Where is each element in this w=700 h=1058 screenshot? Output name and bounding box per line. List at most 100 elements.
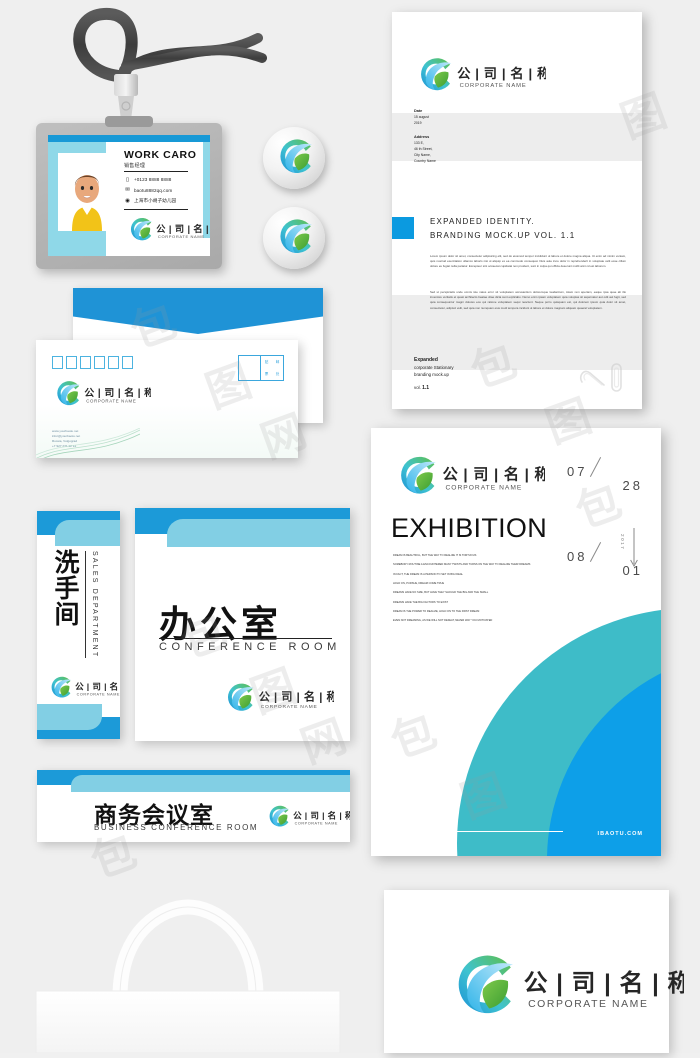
svg-text:公 | 司 | 名 | 称: 公 | 司 | 名 | 称 <box>293 810 350 821</box>
stamp-label: 贴 邮票 处 <box>261 356 283 380</box>
logo-card-logo: 公 | 司 | 名 | 称 CORPORATE NAME <box>446 948 691 1025</box>
business-sign-logo: 公 | 司 | 名 | 称 CORPORATE NAME <box>265 803 350 834</box>
poster-body-line: DREAMS HAVE NO SIZE, BUT HAVE THEY SHOUL… <box>393 591 489 595</box>
svg-text:公 | 司 | 名 | 称: 公 | 司 | 名 | 称 <box>259 689 334 703</box>
heading-line-1: EXPANDED IDENTITY. <box>430 217 535 226</box>
svg-text:CORPORATE NAME: CORPORATE NAME <box>261 704 318 710</box>
date-line-1: 15 august <box>414 114 429 119</box>
restroom-sign-cn: 洗手间 <box>51 549 79 627</box>
poster-vertical-rule <box>393 748 394 794</box>
stamp-blank <box>239 356 261 380</box>
footer-vol-value: 1.1 <box>422 385 430 392</box>
svg-text:CORPORATE NAME: CORPORATE NAME <box>77 692 120 696</box>
poster-logo: 公 | 司 | 名 | 称 CORPORATE NAME <box>393 452 550 503</box>
poster-horizontal-rule <box>415 831 563 832</box>
door-sign-business-conference: 商务会议室 BUSINESS CONFERENCE ROOM 公 | 司 | 名… <box>37 770 350 842</box>
letterhead-color-swatch <box>392 217 414 239</box>
poster-year: 2017 <box>620 534 625 551</box>
postal-code-boxes <box>52 356 133 369</box>
poster-body-line: DREAMS HAVE THE BIG FACTORS TO EXIST <box>393 600 449 604</box>
phone-icon: ▯ <box>125 176 130 183</box>
postal-code-box <box>122 356 133 369</box>
letterhead-heading: EXPANDED IDENTITY. BRANDING MOCK.UP VOL.… <box>430 215 575 243</box>
date-start-bottom: 28 <box>622 478 643 493</box>
tote-bag <box>28 893 348 1058</box>
down-arrow-icon <box>630 528 638 568</box>
poster-body-line: DREAM IS THE POWER TO REALIZE, HOLD ON T… <box>393 609 480 613</box>
svg-text:CORPORATE NAME: CORPORATE NAME <box>445 485 522 492</box>
envelope-logo: 公 | 司 | 名 | 称 CORPORATE NAME <box>52 378 154 413</box>
sign-top-accent <box>167 519 350 547</box>
svg-text:CORPORATE NAME: CORPORATE NAME <box>460 83 527 89</box>
id-card-phone-row: ▯ +0123 8888 8888 <box>124 177 198 183</box>
avatar <box>58 153 116 231</box>
date-label: Date <box>414 109 423 113</box>
id-card-email-row: ✉ baotu8882qq.com <box>124 187 198 193</box>
date-end-top: 08 <box>567 549 588 564</box>
id-card-info: WORK CARO 销售经理 ▯ +0123 8888 8888 ✉ baotu… <box>124 149 198 210</box>
business-sign-en: BUSINESS CONFERENCE ROOM <box>94 823 259 832</box>
id-card-name: WORK CARO <box>124 149 197 161</box>
id-card-divider <box>124 208 188 210</box>
stamp-label-char: 处 <box>275 371 280 376</box>
svg-text:CORPORATE NAME: CORPORATE NAME <box>158 234 205 239</box>
poster-body-text: DREAM IS BEAUTIFUL, BUT THE WAY TO REALI… <box>393 551 553 626</box>
sign-top-accent <box>71 775 350 792</box>
envelope-flap <box>73 288 323 334</box>
envelope-front: 贴邮票处 公 | 司 | 名 | 称 CORPORATE NAME www.yo… <box>36 340 298 458</box>
svg-text:CORPORATE NAME: CORPORATE NAME <box>295 821 338 825</box>
door-sign-restroom: 洗手间 SALES DEPARTMENT 公 | 司 | 名 | 称 CORPO… <box>37 511 120 739</box>
postal-code-box <box>108 356 119 369</box>
date-line-2: 2019 <box>414 120 422 125</box>
stamp-label-char: 贴 <box>264 359 269 364</box>
poster-body-line: DREAM IS BEAUTIFUL, BUT THE WAY TO REALI… <box>393 554 477 557</box>
footer-vol-label: vol. <box>414 385 421 391</box>
office-sign-logo: 公 | 司 | 名 | 称 CORPORATE NAME <box>222 680 338 719</box>
letterhead-footer: Expanded corporate Stationary branding m… <box>414 356 454 392</box>
poster-body-line: EVEN NOT DREAMING, AS WE WILL NOT DEFEAT… <box>393 619 493 623</box>
poster-body-line: IN FACT, THE DREAM IS A PERSON TO SET IN… <box>393 572 463 576</box>
id-card-address: 上海市小胡子幼儿园 <box>134 197 177 203</box>
postal-code-box <box>52 356 63 369</box>
svg-text:公 | 司 | 名 | 称: 公 | 司 | 名 | 称 <box>156 223 210 234</box>
location-pin-icon: ◉ <box>125 197 130 204</box>
id-card: WORK CARO 销售经理 ▯ +0123 8888 8888 ✉ baotu… <box>48 135 210 256</box>
office-sign-divider <box>159 638 332 639</box>
letterhead-address-block: Address 133 E, 46 th Street, City Name, Cou… <box>414 134 436 165</box>
svg-text:CORPORATE NAME: CORPORATE NAME <box>86 399 136 404</box>
poster-body-line: HOLD ON, PURSUE, DREAM COME TRUE <box>393 581 445 585</box>
button-badge-1 <box>263 127 325 189</box>
svg-text:公 | 司 | 名 | 称: 公 | 司 | 名 | 称 <box>84 386 151 399</box>
letterhead-date-block: Date 15 august 2019 <box>414 108 429 127</box>
svg-text:公 | 司 | 名 | 称: 公 | 司 | 名 | 称 <box>524 969 684 997</box>
poster-body-line: SOMEBODY ROUTINE A ENCOUNTERED MANY TWIS… <box>393 563 531 567</box>
letterhead-document: 公 | 司 | 名 | 称 CORPORATE NAME Date 15 aug… <box>392 12 642 409</box>
id-card-title: 销售经理 <box>124 162 188 172</box>
envelope-wave-decoration <box>36 428 140 458</box>
svg-text:公 | 司 | 名 | 称: 公 | 司 | 名 | 称 <box>457 65 546 81</box>
footer-title: Expanded <box>414 357 438 363</box>
sign-top-accent <box>55 520 120 546</box>
postal-code-box <box>80 356 91 369</box>
svg-text:CORPORATE NAME: CORPORATE NAME <box>528 999 648 1010</box>
poster-footer-url: IBAOTU.COM <box>597 831 643 837</box>
date-slash-icon <box>587 456 613 476</box>
paperclip-icon <box>579 363 622 392</box>
date-start-top: 07 <box>567 464 588 479</box>
stamp-area: 贴 邮票 处 <box>238 355 284 381</box>
stamp-label-char: 票 <box>264 371 269 376</box>
address-label: Address <box>414 135 430 139</box>
exhibition-poster: 公 | 司 | 名 | 称 CORPORATE NAME EXHIBITION … <box>371 428 661 856</box>
office-sign-en: CONFERENCE ROOM <box>159 641 341 653</box>
svg-text:公 | 司 | 名 | 称: 公 | 司 | 名 | 称 <box>443 466 545 484</box>
id-card-top-bar <box>48 135 210 142</box>
letterhead-logo: 公 | 司 | 名 | 称 CORPORATE NAME <box>414 54 550 99</box>
sign-bottom-accent <box>37 704 102 730</box>
logo-presentation-card: 公 | 司 | 名 | 称 CORPORATE NAME <box>384 890 691 1053</box>
envelope-icon: ✉ <box>125 187 130 193</box>
mockup-canvas: WORK CARO 销售经理 ▯ +0123 8888 8888 ✉ baotu… <box>0 0 700 1054</box>
button-badge-2 <box>263 207 325 269</box>
date-slash-icon <box>587 541 613 561</box>
door-sign-office: 办公室 CONFERENCE ROOM 公 | 司 | 名 | 称 CORPOR… <box>135 508 350 741</box>
id-card-phone: +0123 8888 8888 <box>134 177 172 182</box>
